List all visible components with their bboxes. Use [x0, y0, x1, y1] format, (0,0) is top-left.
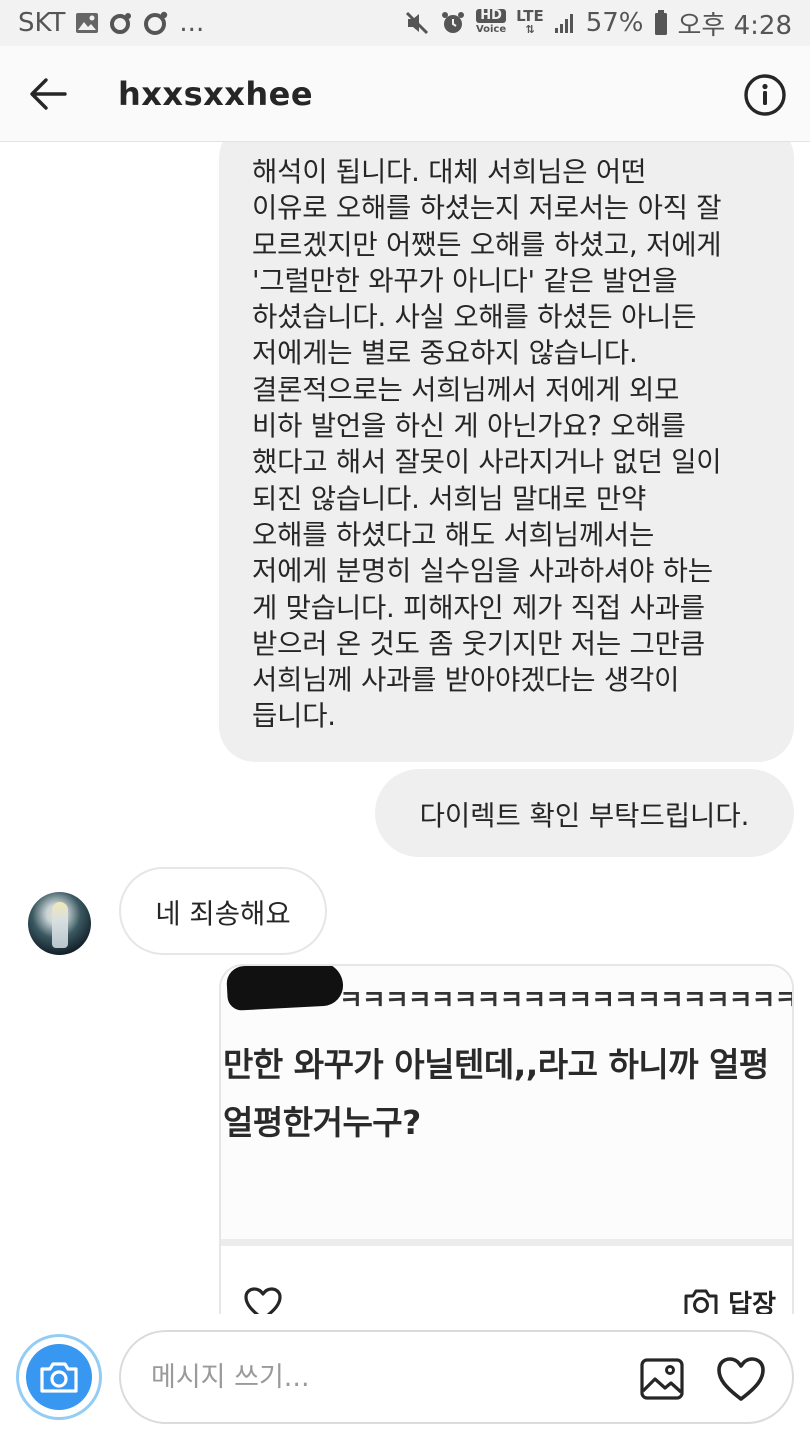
heart-icon[interactable]	[243, 1286, 283, 1314]
reply-button[interactable]: 답장	[682, 1284, 776, 1314]
message-text-line: 듭니다.	[252, 700, 336, 733]
post-comment-line: 얼평한거누구?	[223, 1103, 421, 1142]
signal-icon	[554, 12, 576, 34]
back-button[interactable]	[0, 46, 96, 142]
shared-post-card[interactable]: ㅋㅋㅋㅋㅋㅋㅋㅋㅋㅋㅋㅋㅋㅋㅋㅋㅋㅋㅋㅋㅋㅋㅋㅋ 만한 와꾸가 아닐텐데,,라고…	[219, 964, 794, 1314]
avatar-figure	[52, 902, 68, 948]
shared-post-image: ㅋㅋㅋㅋㅋㅋㅋㅋㅋㅋㅋㅋㅋㅋㅋㅋㅋㅋㅋㅋㅋㅋㅋㅋ 만한 와꾸가 아닐텐데,,라고…	[221, 966, 792, 1246]
dm-screen: SKT ... HD Voice LTE ⇅ 57% 오후 4:28 hxxsx…	[0, 0, 810, 1440]
post-comment-line: 만한 와꾸가 아닐텐데,,라고 하니까 얼평	[223, 1045, 769, 1084]
info-button[interactable]	[744, 74, 786, 116]
received-message-bubble[interactable]: 네 죄송해요	[119, 867, 327, 955]
message-text-line: 저에게는 별로 중요하지 않습니다.	[252, 337, 638, 370]
reply-label: 답장	[728, 1290, 776, 1314]
clock: 오후 4:28	[677, 10, 793, 41]
redaction-mark	[225, 966, 345, 1012]
app-notification-icon-2	[143, 10, 169, 36]
message-text-line: 모르겠지만 어쨌든 오해를 하셨고, 저에게	[252, 228, 722, 261]
image-icon	[640, 1358, 684, 1400]
message-text-line: 비하 발언을 하신 게 아닌가요? 오해를	[252, 410, 686, 443]
message-text-line: 서희님께 사과를 받아야겠다는 생각이	[252, 664, 680, 697]
message-text-line: 해석이 됩니다. 대체 서희님은 어떤	[252, 156, 647, 188]
post-actions: 답장	[221, 1266, 792, 1314]
lte-indicator: LTE ⇅	[516, 7, 544, 37]
like-button[interactable]	[715, 1355, 767, 1403]
message-text-line: 오해를 하셨다고 해도 서희님께서는	[252, 518, 655, 551]
sent-message-bubble[interactable]: 해석이 됩니다. 대체 서희님은 어떤이유로 오해를 하셨는지 저로서는 아직 …	[219, 142, 794, 762]
camera-icon	[684, 1289, 718, 1314]
message-thread[interactable]: 해석이 됩니다. 대체 서희님은 어떤이유로 오해를 하셨는지 저로서는 아직 …	[0, 142, 810, 1314]
message-text-line: 결론적으로는 서희님께서 저에게 외모	[252, 373, 680, 406]
info-circle-icon	[744, 74, 786, 116]
post-comment-line: ㅋㅋㅋㅋㅋㅋㅋㅋㅋㅋㅋㅋㅋㅋㅋㅋㅋㅋㅋㅋㅋㅋㅋㅋ	[339, 986, 792, 1016]
avatar[interactable]	[28, 892, 91, 955]
data-arrows-icon: ⇅	[525, 23, 535, 36]
heart-icon	[717, 1357, 765, 1401]
carrier-label: SKT	[18, 8, 66, 38]
message-composer	[0, 1314, 810, 1440]
alarm-icon	[440, 10, 466, 36]
message-input[interactable]	[151, 1352, 621, 1402]
message-input-container[interactable]	[119, 1330, 794, 1424]
message-text-line: 했다고 해서 잘못이 사라지거나 없던 일이	[252, 446, 722, 479]
message-text-line: 받으러 온 것도 좀 웃기지만 저는 그만큼	[252, 627, 705, 660]
hd-voice-icon: HD Voice	[475, 8, 507, 35]
divider	[221, 1239, 792, 1246]
battery-percent: 57%	[585, 8, 644, 38]
message-text-line: '그럴만한 와꾸가 아니다' 같은 발언을	[252, 264, 678, 297]
more-notifications: ...	[179, 8, 205, 38]
sent-message-bubble[interactable]: 다이렉트 확인 부탁드립니다.	[375, 769, 794, 857]
conversation-username[interactable]: hxxsxxhee	[118, 75, 313, 113]
message-text-line: 되진 않습니다. 서희님 말대로 만약	[252, 482, 647, 515]
status-bar: SKT ... HD Voice LTE ⇅ 57% 오후 4:28	[0, 0, 810, 46]
arrow-left-icon	[30, 77, 67, 110]
message-text-line: 이유로 오해를 하셨는지 저로서는 아직 잘	[252, 192, 722, 225]
app-notification-icon	[109, 11, 133, 35]
image-notification-icon	[75, 12, 99, 34]
message-text-line: 게 맞습니다. 피해자인 제가 직접 사과를	[252, 591, 705, 624]
camera-icon	[40, 1362, 78, 1393]
mute-icon	[404, 10, 430, 36]
gallery-button[interactable]	[639, 1357, 685, 1401]
camera-button-fill	[26, 1344, 92, 1410]
message-text-line: 하셨습니다. 사실 오해를 하셨든 아니든	[252, 301, 697, 334]
message-text-line: 저에게 분명히 실수임을 사과하셔야 하는	[252, 555, 713, 588]
conversation-header: hxxsxxhee	[0, 46, 810, 142]
battery-icon	[654, 10, 668, 36]
camera-button[interactable]	[16, 1334, 102, 1420]
